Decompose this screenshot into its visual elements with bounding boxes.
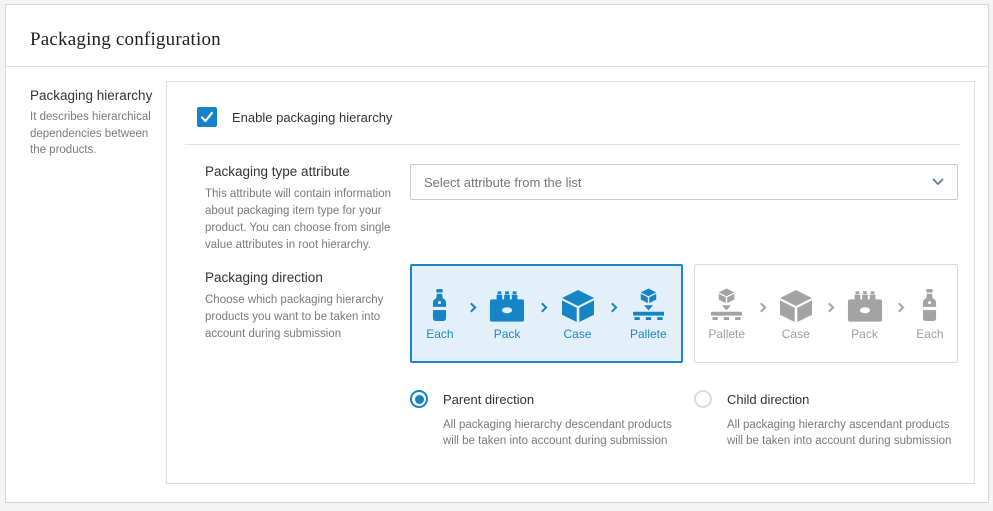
chevron-right-icon (825, 303, 835, 313)
step-pack: Pack (489, 286, 525, 341)
case-icon (561, 286, 595, 322)
panel-header: Packaging configuration (6, 5, 988, 67)
page-title: Packaging configuration (30, 29, 964, 51)
parent-direction-radio[interactable] (410, 390, 428, 408)
child-direction-option: Child direction All packaging hierarchy … (694, 390, 958, 450)
panel-content: Packaging hierarchy It describes hierarc… (6, 67, 988, 506)
section-divider (185, 144, 960, 145)
child-direction-label[interactable]: Child direction (727, 392, 809, 407)
sidebar-heading: Packaging hierarchy (30, 88, 160, 103)
child-direction-card[interactable]: Pallete (694, 264, 958, 363)
enable-hierarchy-checkbox[interactable] (197, 107, 217, 127)
pallet-icon (711, 286, 742, 322)
case-icon (779, 286, 813, 322)
chevron-right-icon (757, 303, 767, 313)
step-pack: Pack (847, 286, 883, 341)
packaging-configuration-panel: Packaging configuration Packaging hierar… (5, 4, 989, 503)
chevron-right-icon (466, 303, 476, 313)
step-each: Each (916, 286, 943, 341)
chevron-right-icon (607, 303, 617, 313)
chevron-right-icon (538, 303, 548, 313)
chevron-right-icon (894, 303, 904, 313)
enable-hierarchy-label: Enable packaging hierarchy (232, 110, 392, 125)
direction-options: Parent direction All packaging hierarchy… (410, 390, 958, 450)
enable-hierarchy-row: Enable packaging hierarchy (167, 82, 974, 127)
direction-heading: Packaging direction (205, 270, 398, 285)
parent-direction-label[interactable]: Parent direction (443, 392, 534, 407)
bottle-icon (432, 286, 447, 322)
child-direction-radio[interactable] (694, 390, 712, 408)
parent-direction-option: Parent direction All packaging hierarchy… (410, 390, 694, 450)
direction-description: Choose which packaging hierarchy product… (205, 292, 398, 343)
type-attribute-description: This attribute will contain information … (205, 186, 398, 254)
pack-icon (489, 286, 525, 322)
sidebar-description: It describes hierarchical dependencies b… (30, 109, 160, 159)
parent-direction-description: All packaging hierarchy descendant produ… (410, 417, 694, 450)
step-pallete: Pallete (630, 286, 667, 341)
chevron-down-icon (932, 178, 944, 186)
pallet-icon (633, 286, 664, 322)
checkmark-icon (200, 111, 214, 123)
type-attribute-heading: Packaging type attribute (205, 164, 398, 179)
parent-direction-card[interactable]: Each (410, 264, 683, 363)
step-each: Each (426, 286, 453, 341)
child-direction-description: All packaging hierarchy ascendant produc… (694, 417, 958, 450)
type-attribute-section: Packaging type attribute This attribute … (167, 164, 974, 254)
bottle-icon (922, 286, 937, 322)
direction-cards: Each (410, 264, 958, 363)
settings-panel: Enable packaging hierarchy Packaging typ… (166, 81, 975, 484)
pack-icon (847, 286, 883, 322)
direction-section: Packaging direction Choose which packagi… (167, 264, 974, 450)
step-case: Case (561, 286, 595, 341)
step-pallete: Pallete (708, 286, 745, 341)
hierarchy-sidebar: Packaging hierarchy It describes hierarc… (30, 81, 166, 484)
attribute-select-placeholder: Select attribute from the list (424, 175, 932, 190)
step-case: Case (779, 286, 813, 341)
attribute-select[interactable]: Select attribute from the list (410, 164, 958, 200)
